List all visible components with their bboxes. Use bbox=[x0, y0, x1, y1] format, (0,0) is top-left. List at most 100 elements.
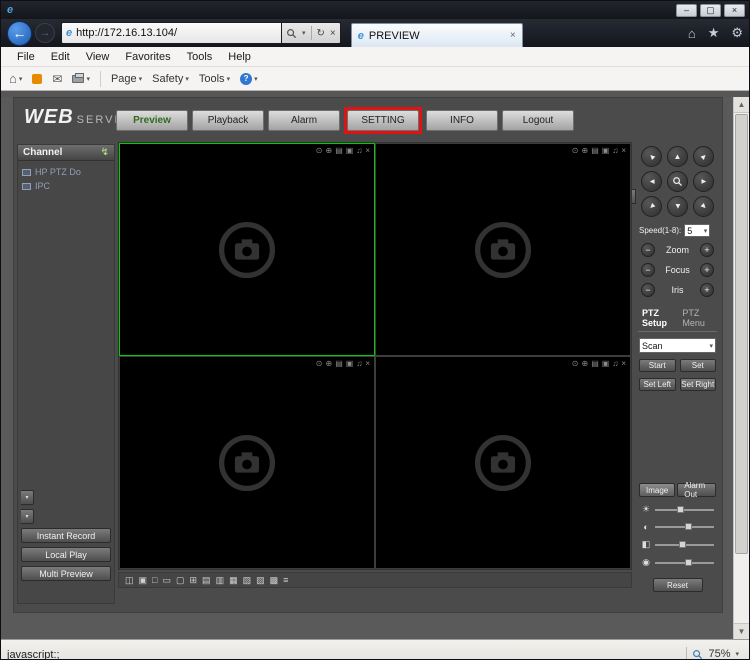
close-stream-icon[interactable]: × bbox=[365, 359, 370, 369]
menu-view[interactable]: View bbox=[78, 49, 118, 65]
minimize-button[interactable]: – bbox=[676, 4, 697, 17]
multi-preview-button[interactable]: Multi Preview bbox=[21, 566, 111, 581]
tab-close-icon[interactable]: × bbox=[510, 30, 516, 41]
tools-menu-button[interactable]: Tools ▾ bbox=[199, 73, 230, 85]
feed-icon[interactable] bbox=[32, 74, 42, 84]
zoom-minus-button[interactable]: − bbox=[641, 243, 655, 257]
digital-zoom-icon[interactable]: ⊙ bbox=[316, 146, 323, 156]
video-pane-2[interactable]: ⊙ ⊕ ▤ ▣ ♫ × bbox=[375, 143, 631, 356]
fullscreen-icon[interactable]: □ bbox=[152, 573, 157, 587]
ptz-up-right-button[interactable]: ▲ bbox=[693, 146, 714, 167]
snapshot-icon[interactable]: ▣ bbox=[346, 359, 354, 369]
zoom-level[interactable]: 75% bbox=[708, 648, 730, 660]
nav-logout-button[interactable]: Logout bbox=[502, 110, 574, 131]
audio-icon[interactable]: ♫ bbox=[612, 146, 618, 156]
set-left-button[interactable]: Set Left bbox=[639, 378, 676, 391]
split-4-icon[interactable]: ⊞ bbox=[190, 573, 198, 587]
scrollbar-thumb[interactable] bbox=[735, 114, 748, 554]
url-input[interactable] bbox=[76, 27, 277, 39]
menu-edit[interactable]: Edit bbox=[43, 49, 78, 65]
tab-preview[interactable]: e PREVIEW × bbox=[351, 23, 523, 47]
iris-minus-button[interactable]: − bbox=[641, 283, 655, 297]
menu-favorites[interactable]: Favorites bbox=[117, 49, 178, 65]
tab-alarm-out[interactable]: Alarm Out bbox=[677, 483, 716, 497]
audio-icon[interactable]: ♫ bbox=[356, 146, 362, 156]
stop-icon[interactable]: × bbox=[330, 28, 336, 39]
split-13-icon[interactable]: ▧ bbox=[243, 573, 252, 587]
nav-preview-button[interactable]: Preview bbox=[116, 110, 188, 131]
read-mail-icon[interactable]: ✉ bbox=[52, 72, 62, 86]
open-all-dropdown-icon[interactable]: ▾ bbox=[21, 490, 34, 505]
zoom-in-icon[interactable]: ⊕ bbox=[582, 146, 589, 156]
focus-minus-button[interactable]: − bbox=[641, 263, 655, 277]
vertical-scrollbar[interactable]: ▲ ▼ bbox=[733, 97, 749, 639]
original-size-icon[interactable]: ▣ bbox=[139, 573, 148, 587]
nav-setting-button[interactable]: SETTING bbox=[347, 110, 419, 131]
instant-record-button[interactable]: Instant Record bbox=[21, 528, 111, 543]
split-9-icon[interactable]: ▦ bbox=[229, 573, 238, 587]
zoom-in-icon[interactable]: ⊕ bbox=[582, 359, 589, 369]
menu-file[interactable]: File bbox=[9, 49, 43, 65]
address-field[interactable]: e bbox=[61, 22, 281, 44]
close-stream-icon[interactable]: × bbox=[621, 146, 626, 156]
image-adjust-icon[interactable]: ◫ bbox=[125, 573, 134, 587]
ptz-right-button[interactable]: ▲ bbox=[693, 171, 714, 192]
reset-button[interactable]: Reset bbox=[653, 578, 703, 592]
maximize-button[interactable]: ▢ bbox=[700, 4, 721, 17]
split-16-icon[interactable]: ▨ bbox=[256, 573, 265, 587]
start-talk-dropdown-icon[interactable]: ▾ bbox=[21, 509, 34, 524]
refresh-channels-icon[interactable]: ↯ bbox=[101, 147, 109, 158]
menu-help[interactable]: Help bbox=[220, 49, 259, 65]
ptz-up-button[interactable]: ▲ bbox=[667, 146, 688, 167]
zoom-plus-button[interactable]: + bbox=[700, 243, 714, 257]
local-play-button[interactable]: Local Play bbox=[21, 547, 111, 562]
back-button[interactable]: ← bbox=[7, 21, 32, 46]
nav-info-button[interactable]: INFO bbox=[426, 110, 498, 131]
snapshot-icon[interactable]: ▣ bbox=[602, 146, 610, 156]
zoom-dropdown-icon[interactable]: ▾ bbox=[735, 650, 739, 658]
split-6-icon[interactable]: ▤ bbox=[202, 573, 211, 587]
start-button[interactable]: Start bbox=[639, 359, 676, 372]
ptz-down-button[interactable]: ▲ bbox=[667, 196, 688, 217]
settings-gear-icon[interactable]: ⚙ bbox=[731, 25, 743, 41]
snapshot-icon[interactable]: ▣ bbox=[346, 146, 354, 156]
ptz-up-left-button[interactable]: ▲ bbox=[641, 146, 662, 167]
refresh-icon[interactable]: ↻ bbox=[317, 28, 325, 39]
iris-plus-button[interactable]: + bbox=[700, 283, 714, 297]
contrast-slider[interactable] bbox=[655, 526, 714, 528]
nav-alarm-button[interactable]: Alarm bbox=[268, 110, 340, 131]
ptz-down-left-button[interactable]: ▲ bbox=[641, 196, 662, 217]
close-stream-icon[interactable]: × bbox=[365, 146, 370, 156]
record-icon[interactable]: ▤ bbox=[335, 359, 343, 369]
brightness-slider[interactable] bbox=[655, 509, 714, 511]
split-20-icon[interactable]: ▩ bbox=[270, 573, 279, 587]
audio-icon[interactable]: ♫ bbox=[612, 359, 618, 369]
saturation-slider[interactable] bbox=[655, 562, 714, 564]
tab-ptz-setup[interactable]: PTZ Setup bbox=[638, 306, 678, 331]
ptz-left-button[interactable]: ▲ bbox=[641, 171, 662, 192]
record-icon[interactable]: ▤ bbox=[591, 359, 599, 369]
digital-zoom-icon[interactable]: ⊙ bbox=[572, 146, 579, 156]
digital-zoom-icon[interactable]: ⊙ bbox=[572, 359, 579, 369]
set-right-button[interactable]: Set Right bbox=[680, 378, 717, 391]
safety-menu-button[interactable]: Safety ▾ bbox=[152, 73, 189, 85]
scroll-down-icon[interactable]: ▼ bbox=[734, 623, 749, 639]
scroll-up-icon[interactable]: ▲ bbox=[734, 97, 749, 113]
focus-plus-button[interactable]: + bbox=[700, 263, 714, 277]
close-button[interactable]: × bbox=[724, 4, 745, 17]
channel-item[interactable]: HP PTZ Do bbox=[22, 167, 110, 177]
channel-item[interactable]: IPC bbox=[22, 181, 110, 191]
search-dropdown-icon[interactable]: ▾ bbox=[302, 29, 306, 37]
zoom-in-icon[interactable]: ⊕ bbox=[326, 359, 333, 369]
tab-image[interactable]: Image bbox=[639, 483, 675, 497]
video-pane-4[interactable]: ⊙ ⊕ ▤ ▣ ♫ × bbox=[375, 356, 631, 569]
digital-zoom-icon[interactable]: ⊙ bbox=[316, 359, 323, 369]
audio-icon[interactable]: ♫ bbox=[356, 359, 362, 369]
close-stream-icon[interactable]: × bbox=[621, 359, 626, 369]
ptz-function-select[interactable]: Scan ▾ bbox=[639, 338, 716, 353]
video-pane-3[interactable]: ⊙ ⊕ ▤ ▣ ♫ × bbox=[119, 356, 375, 569]
menu-tools[interactable]: Tools bbox=[179, 49, 221, 65]
split-1-icon[interactable]: ▢ bbox=[176, 573, 185, 587]
ptz-position-button[interactable] bbox=[667, 171, 688, 192]
zoom-in-icon[interactable]: ⊕ bbox=[326, 146, 333, 156]
